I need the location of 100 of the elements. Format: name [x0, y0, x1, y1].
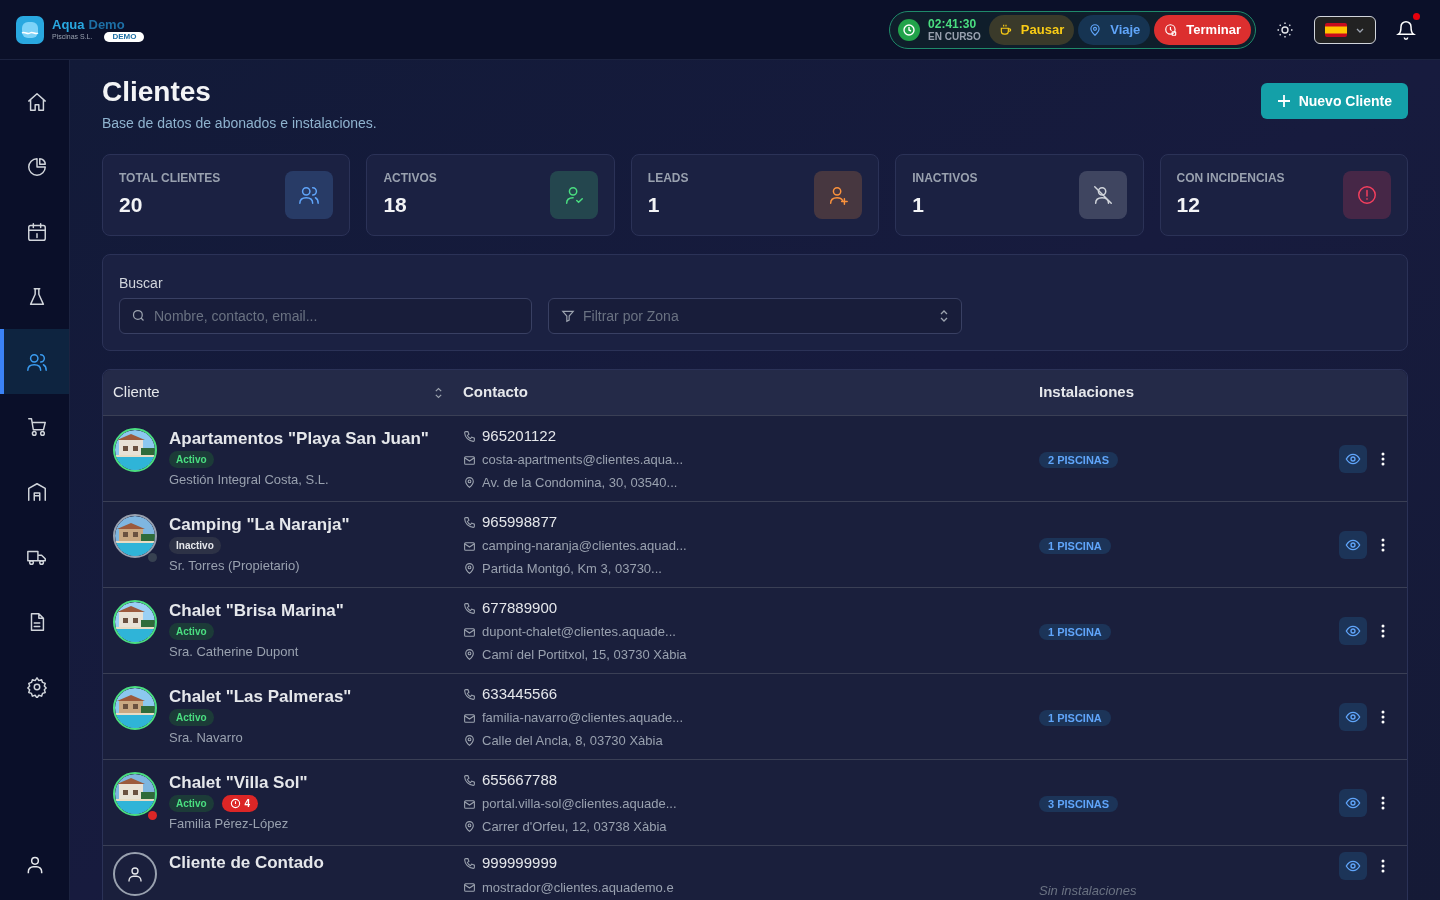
- eye-icon: [1345, 858, 1361, 874]
- map-pin-icon: [463, 648, 476, 661]
- status-badge: Inactivo: [169, 536, 221, 554]
- status-badge: Activo: [169, 450, 214, 468]
- search-field[interactable]: Nombre, contacto, email...: [119, 298, 532, 334]
- phone-number: 677889900: [482, 597, 558, 618]
- phone-icon: [463, 687, 476, 701]
- phone-number: 999999999: [482, 853, 558, 873]
- more-vertical-icon: [1381, 537, 1385, 552]
- view-button[interactable]: [1339, 530, 1367, 559]
- timer-button[interactable]: Pausar: [988, 14, 1075, 45]
- view-button[interactable]: [1339, 852, 1367, 880]
- filter-icon: [561, 309, 575, 323]
- more-vertical-icon: [1381, 795, 1385, 810]
- status-badge: Activo: [169, 708, 214, 726]
- settings-icon: [25, 675, 48, 698]
- phone-icon: [463, 429, 476, 443]
- stat-value: 1: [647, 192, 661, 219]
- sun-icon[interactable]: [1276, 20, 1294, 39]
- stat-label: CON INCIDENCIAS: [1176, 170, 1285, 188]
- stat-value: 20: [119, 192, 144, 219]
- stat-label: TOTAL CLIENTES: [119, 170, 221, 188]
- phone-number: 965998877: [482, 511, 558, 532]
- phone-icon: [463, 773, 476, 787]
- address: Av. de la Condomina, 30, 03540...: [482, 473, 678, 492]
- map-pin-icon: [1088, 22, 1103, 37]
- zone-select[interactable]: Filtrar por Zona: [548, 298, 962, 334]
- cart-icon: [25, 415, 48, 438]
- demo-badge: DEMO: [104, 31, 145, 42]
- map-pin-icon: [463, 476, 476, 489]
- pie-chart-icon: [25, 155, 48, 178]
- installations-badge: 2 PISCINAS: [1039, 451, 1119, 468]
- view-button[interactable]: [1339, 788, 1367, 817]
- client-name: Camping "La Naranja": [169, 513, 350, 535]
- view-button[interactable]: [1339, 444, 1367, 473]
- sort-icon: [939, 310, 949, 322]
- status-badge: Activo: [169, 622, 214, 640]
- address: Calle del Ancla, 8, 03730 Xàbia: [482, 731, 663, 750]
- mail-icon: [463, 625, 476, 639]
- address: Camí del Portitxol, 15, 03730 Xàbia: [482, 645, 687, 664]
- user-off-icon: [1091, 184, 1114, 206]
- phone-icon: [463, 601, 476, 615]
- installations-text: Sin instalaciones: [1039, 883, 1137, 898]
- view-button[interactable]: [1339, 702, 1367, 731]
- timer-button[interactable]: Viaje: [1078, 14, 1151, 45]
- client-name: Apartamentos "Playa San Juan": [169, 427, 429, 449]
- home-icon: [25, 90, 48, 113]
- phone-number: 633445566: [482, 683, 558, 704]
- mail-icon: [463, 711, 476, 725]
- email-address: portal.villa-sol@clientes.aquade...: [482, 795, 677, 814]
- mail-icon: [463, 797, 476, 811]
- installations-badge: 1 PISCINA: [1039, 709, 1111, 726]
- column-header[interactable]: Cliente: [103, 381, 453, 404]
- language-select[interactable]: [1314, 15, 1376, 44]
- address: Partida Montgó, Km 3, 03730...: [482, 559, 662, 578]
- contact-person: Familia Pérez-López: [169, 814, 290, 833]
- installations-badge: 3 PISCINAS: [1039, 795, 1119, 812]
- timer-time: 02:41:30: [928, 17, 978, 30]
- flag-icon: [1325, 22, 1347, 37]
- map-pin-icon: [463, 734, 476, 747]
- more-vertical-icon: [1381, 451, 1385, 466]
- stat-label: LEADS: [647, 170, 689, 188]
- cup-icon: [998, 22, 1013, 37]
- calendar-icon: [25, 220, 48, 243]
- stat-value: 18: [383, 192, 408, 219]
- plus-icon: [1276, 94, 1291, 108]
- email-address: dupont-chalet@clientes.aquade...: [482, 623, 676, 642]
- alert-icon: [229, 797, 241, 809]
- contact-person: Gestión Integral Costa, S.L.: [169, 470, 330, 489]
- contact-person: Sra. Navarro: [169, 728, 244, 747]
- mail-icon: [463, 453, 476, 467]
- sidebar-item[interactable]: [0, 329, 69, 394]
- client-name: Chalet "Villa Sol": [169, 771, 308, 793]
- address: Carrer d'Orfeu, 12, 03738 Xàbia: [482, 817, 667, 836]
- warehouse-icon: [25, 480, 48, 503]
- brand-name: Demo: [88, 17, 125, 31]
- bell-icon[interactable]: [1396, 19, 1416, 40]
- phone-icon: [463, 856, 476, 870]
- page-subtitle: Base de datos de abonados e instalaciones.: [102, 114, 377, 133]
- timer-button[interactable]: Terminar: [1154, 14, 1251, 45]
- timer-status: EN CURSO: [928, 31, 981, 42]
- contact-person: Sr. Torres (Propietario): [169, 556, 301, 575]
- stat-label: ACTIVOS: [383, 170, 437, 188]
- more-vertical-icon: [1381, 709, 1385, 724]
- new-client-button[interactable]: Nuevo Cliente: [1260, 83, 1408, 119]
- phone-number: 655667788: [482, 769, 558, 790]
- client-name: Chalet "Las Palmeras": [169, 685, 352, 707]
- clock-icon: [898, 18, 921, 41]
- stat-label: INACTIVOS: [912, 170, 978, 188]
- email-address: mostrador@clientes.aquademo.e: [482, 878, 674, 897]
- client-name: Cliente de Contado: [169, 852, 324, 874]
- stat-value: 1: [912, 192, 925, 219]
- installations-badge: 1 PISCINA: [1039, 623, 1111, 640]
- logo-icon: [16, 15, 44, 44]
- status-badge: Activo: [169, 794, 214, 812]
- view-button[interactable]: [1339, 616, 1367, 645]
- phone-number: 965201122: [482, 425, 556, 446]
- more-vertical-icon: [1381, 623, 1385, 638]
- search-label: Buscar: [119, 274, 164, 293]
- clock-stop-icon: [1164, 22, 1179, 37]
